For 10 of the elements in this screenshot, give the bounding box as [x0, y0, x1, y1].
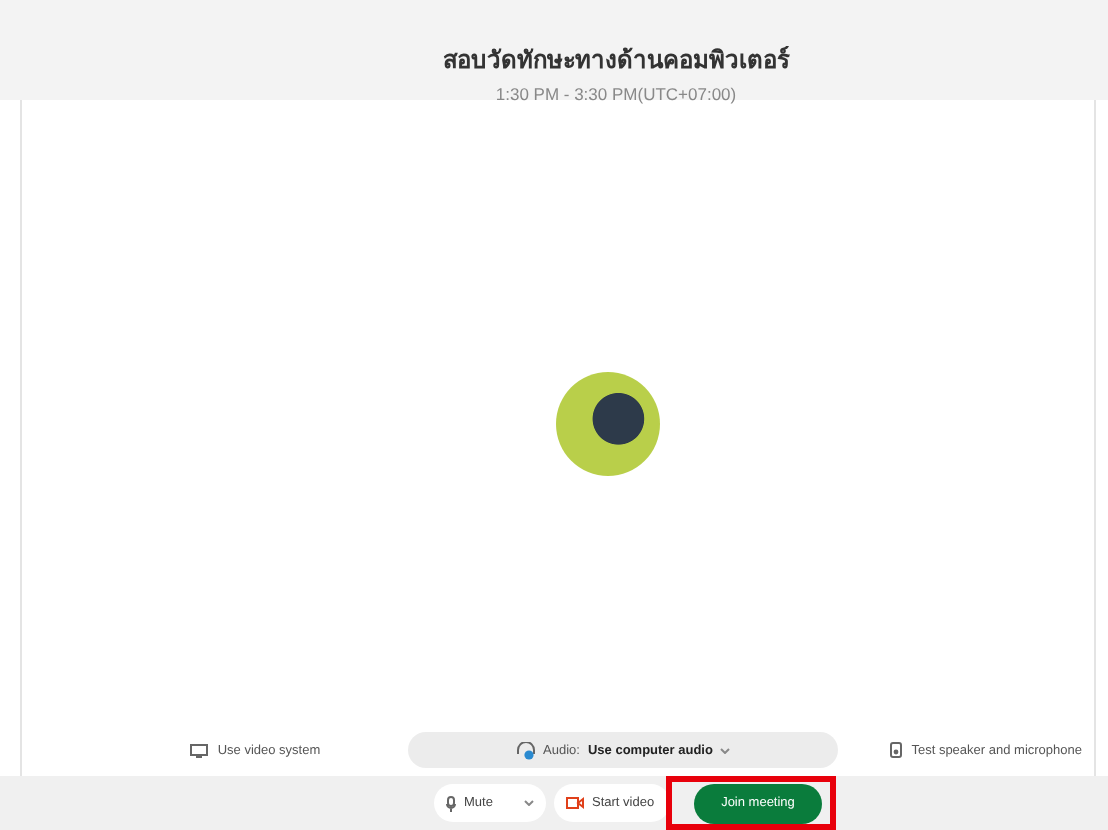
meeting-time: 1:30 PM - 3:30 PM(UTC+07:00): [495, 84, 737, 104]
video-camera-icon: [566, 796, 584, 810]
chevron-icon: [524, 800, 534, 806]
meeting-title: สอบวัดทักษะทางด้านคอมพิวเตอร์: [443, 44, 789, 78]
headset-icon: [515, 741, 536, 759]
microphone-icon: [446, 795, 456, 811]
avatar-photo-placeholder: [556, 372, 660, 476]
speaker-icon: [889, 742, 902, 758]
screen-icon: [189, 743, 208, 757]
chevron-icon: [720, 747, 731, 753]
